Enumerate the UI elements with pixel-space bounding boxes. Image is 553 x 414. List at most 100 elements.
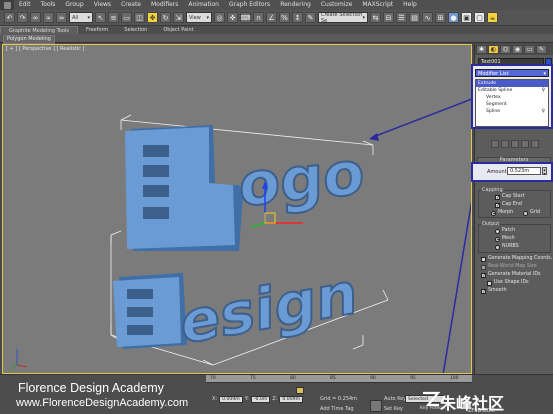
selection-filter-value: All [72, 14, 79, 21]
tab-freeform[interactable]: Freeform [78, 26, 116, 34]
stack-item-editable-spline[interactable]: Editable Spline ♀ [476, 87, 548, 94]
menu-create[interactable]: Create [116, 0, 146, 10]
angle-snap-icon[interactable]: ∠ [266, 12, 277, 23]
select-move-icon[interactable]: ✥ [147, 12, 158, 23]
schematic-view-icon[interactable]: ⊞ [435, 12, 446, 23]
generate-matids-checkbox[interactable]: ✓ Generate Material IDs [481, 272, 541, 278]
app-menu-button[interactable] [0, 0, 14, 10]
generate-mapping-checkbox[interactable]: Generate Mapping Coords. [481, 256, 552, 262]
chevron-down-icon: ▾ [87, 14, 90, 21]
create-tab-icon[interactable]: ✱ [476, 45, 487, 54]
grid-radio[interactable]: Grid [523, 210, 540, 216]
mesh-radio[interactable]: Mesh [495, 236, 515, 242]
spinner-snap-icon[interactable]: ↕ [292, 12, 303, 23]
redo-icon[interactable]: ↷ [17, 12, 28, 23]
lock-icon[interactable] [296, 387, 304, 394]
keyboard-shortcut-icon[interactable]: ⌨ [240, 12, 251, 23]
render-setup-icon[interactable]: ▣ [461, 12, 472, 23]
auto-key-button[interactable]: Auto Key [384, 396, 406, 402]
tick-label: 100 [450, 376, 459, 381]
select-by-name-icon[interactable]: ≡ [108, 12, 119, 23]
make-unique-icon[interactable] [511, 140, 519, 148]
layer-manager-icon[interactable]: ☰ [396, 12, 407, 23]
smooth-checkbox[interactable]: ✓ Smooth [481, 288, 507, 294]
perspective-viewport[interactable]: [ + ] [ Perspective ] [ Realistic ] ogo [2, 44, 472, 374]
utilities-tab-icon[interactable]: ✎ [536, 45, 547, 54]
selection-filter-dropdown[interactable]: All ▾ [69, 12, 93, 23]
show-end-result-icon[interactable] [501, 140, 509, 148]
curve-editor-icon[interactable]: ∿ [422, 12, 433, 23]
menu-edit[interactable]: Edit [14, 0, 36, 10]
display-tab-icon[interactable]: ▭ [524, 45, 535, 54]
percent-snap-icon[interactable]: % [279, 12, 290, 23]
align-icon[interactable]: ⊟ [383, 12, 394, 23]
menu-views[interactable]: Views [89, 0, 116, 10]
menu-tools[interactable]: Tools [36, 0, 61, 10]
y-coordinate-field[interactable]: -0.0m [250, 395, 271, 403]
unlink-icon[interactable]: ∝ [43, 12, 54, 23]
z-coordinate-field[interactable]: 0.009m [279, 395, 304, 403]
rect-selection-icon[interactable]: ▭ [121, 12, 132, 23]
modifier-stack: Extrude Editable Spline ♀ Vertex Segment … [475, 79, 549, 127]
menu-group[interactable]: Group [60, 0, 88, 10]
lightbulb-icon[interactable]: ♀ [542, 108, 545, 115]
edit-named-selection-icon[interactable]: ✎ [305, 12, 316, 23]
remove-modifier-icon[interactable] [521, 140, 529, 148]
tab-selection[interactable]: Selection [116, 26, 155, 34]
snaps-toggle-icon[interactable]: ∩ [253, 12, 264, 23]
pivot-center-icon[interactable]: ◎ [214, 12, 225, 23]
configure-sets-icon[interactable] [531, 140, 539, 148]
menu-modifiers[interactable]: Modifiers [146, 0, 183, 10]
motion-tab-icon[interactable]: ◉ [512, 45, 523, 54]
menu-animation[interactable]: Animation [183, 0, 224, 10]
render-production-icon[interactable]: ☕ [487, 12, 498, 23]
polygon-modeling-button[interactable]: Polygon Modeling [3, 35, 55, 44]
scene-canvas[interactable]: ogo esign [3, 45, 472, 374]
select-scale-icon[interactable]: ⇲ [173, 12, 184, 23]
graphite-toggle-icon[interactable]: ▤ [409, 12, 420, 23]
cap-end-checkbox[interactable]: ✓ Cap End [495, 202, 522, 208]
rendered-frame-window-icon[interactable]: ▢ [474, 12, 485, 23]
amount-input[interactable]: 0.523m [507, 167, 541, 175]
x-coordinate-field[interactable]: 0.009m [219, 395, 243, 403]
set-key-icon[interactable] [370, 400, 382, 412]
stack-item-extrude[interactable]: Extrude [476, 80, 548, 87]
add-time-tag-button[interactable]: Add Time Tag [320, 406, 354, 412]
pin-stack-icon[interactable] [491, 140, 499, 148]
stack-item-spline[interactable]: Spline ♀ [476, 108, 548, 115]
select-rotate-icon[interactable]: ↻ [160, 12, 171, 23]
lightbulb-icon[interactable]: ♀ [542, 87, 545, 94]
menu-maxscript[interactable]: MAXScript [357, 0, 398, 10]
menu-graph-editors[interactable]: Graph Editors [224, 0, 275, 10]
material-editor-icon[interactable]: ● [448, 12, 459, 23]
use-shape-ids-checkbox[interactable]: Use Shape IDs [487, 280, 529, 286]
stack-item-segment[interactable]: Segment [476, 101, 548, 108]
modifier-list-dropdown[interactable]: Modifier List ▾ [475, 69, 549, 77]
y-label: Y: [244, 396, 249, 402]
link-icon[interactable]: ∞ [30, 12, 41, 23]
reference-coord-dropdown[interactable]: View ▾ [186, 12, 212, 23]
menu-customize[interactable]: Customize [316, 0, 358, 10]
stack-item-vertex[interactable]: Vertex [476, 94, 548, 101]
select-object-icon[interactable]: ↖ [95, 12, 106, 23]
window-crossing-icon[interactable]: ◫ [134, 12, 145, 23]
real-world-map-checkbox[interactable]: Real-World Map Size [481, 264, 537, 270]
amount-spinner[interactable]: ▴ ▾ [542, 167, 547, 176]
mirror-icon[interactable]: ⇆ [370, 12, 381, 23]
named-selection-dropdown[interactable]: Create Selection Se ▾ [318, 12, 368, 24]
hierarchy-tab-icon[interactable]: ⌬ [500, 45, 511, 54]
nurbs-radio[interactable]: NURBS [495, 244, 519, 250]
modify-tab-icon[interactable]: ◐ [488, 45, 499, 54]
menu-help[interactable]: Help [398, 0, 422, 10]
select-manipulate-icon[interactable]: ✜ [227, 12, 238, 23]
tab-object-paint[interactable]: Object Paint [155, 26, 201, 34]
morph-radio[interactable]: Morph [491, 210, 513, 216]
cap-start-checkbox[interactable]: ✓ Cap Start [495, 194, 525, 200]
menu-rendering[interactable]: Rendering [275, 0, 316, 10]
bind-space-warp-icon[interactable]: ≈ [56, 12, 67, 23]
undo-icon[interactable]: ↶ [4, 12, 15, 23]
stack-item-label: Extrude [478, 81, 496, 86]
patch-radio[interactable]: Patch [495, 228, 515, 234]
set-key-button[interactable]: Set Key [384, 406, 403, 412]
time-slider-track[interactable]: 70 75 80 85 90 95 100 [206, 375, 472, 383]
